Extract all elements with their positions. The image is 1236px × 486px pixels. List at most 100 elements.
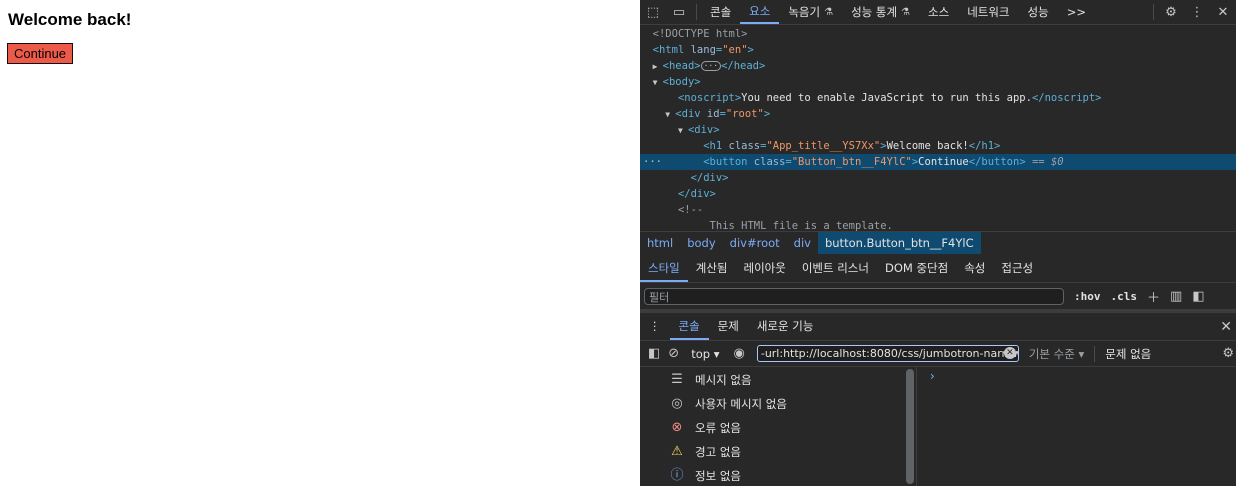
breadcrumb-button[interactable]: button.Button_btn__F4YlC — [817, 232, 981, 254]
tree-line-div[interactable]: ▼ <div> — [640, 122, 1236, 138]
more-tabs-button[interactable]: >> — [1058, 0, 1095, 24]
doctype-text: <!DOCTYPE html> — [652, 28, 748, 40]
collapse-arrow-icon[interactable]: ▼ — [653, 75, 663, 91]
button-text: Continue — [918, 156, 969, 168]
context-selector[interactable]: top ▾ — [691, 347, 719, 361]
eye-icon[interactable]: ◉ — [734, 346, 745, 361]
collapse-arrow-icon[interactable]: ▼ — [665, 107, 675, 123]
log-level-dropdown[interactable]: 기본 수준 ▾ — [1029, 346, 1084, 362]
sidebar-item-info[interactable]: ⓘ 정보 없음 — [668, 464, 741, 486]
breadcrumb-body[interactable]: body — [680, 232, 722, 254]
tree-line-div-root[interactable]: ▼ <div id="root"> — [640, 106, 1236, 122]
h1-class-value: "App_title__YS7Xx" — [766, 140, 881, 152]
gear-icon[interactable]: ⚙ — [1158, 0, 1184, 24]
add-rule-icon[interactable]: ＋ — [1147, 287, 1160, 306]
breadcrumb-button-class: .Button_btn__F4YlC — [862, 236, 974, 250]
sidebar-toggle-icon[interactable]: ◧ — [1192, 289, 1204, 304]
sidebar-item-label: 메시지 없음 — [695, 373, 752, 387]
tab-elements[interactable]: 요소 — [740, 0, 780, 24]
clear-console-icon[interactable]: ⊘ — [668, 346, 679, 361]
breadcrumb-button-tag: button — [824, 236, 863, 250]
sidebar-item-warnings[interactable]: ⚠ 경고 없음 — [668, 440, 741, 464]
html-tag: html — [658, 44, 685, 56]
log-level-label: 기본 수준 — [1028, 346, 1075, 361]
sidebar-item-label: 경고 없음 — [695, 445, 741, 459]
cls-toggle[interactable]: .cls — [1111, 290, 1138, 303]
close-icon[interactable]: ✕ — [1220, 319, 1232, 335]
breadcrumb-div[interactable]: div — [787, 232, 818, 254]
tree-line-comment-open[interactable]: <!-- — [640, 202, 1236, 218]
tab-sources[interactable]: 소스 — [919, 0, 958, 24]
chevron-down-icon: ▾ — [1078, 346, 1085, 361]
tab-performance-insights[interactable]: 성능 통계 ⚗ — [842, 0, 919, 24]
sidebar-item-label: 정보 없음 — [695, 469, 741, 483]
breadcrumb-html[interactable]: html — [640, 232, 680, 254]
drawer-tabbar: ⋮ 콘솔 문제 새로운 기능 ✕ — [640, 313, 1236, 341]
tab-performance[interactable]: 성능 — [1019, 0, 1058, 24]
tree-line-h1[interactable]: <h1 class="App_title__YS7Xx">Welcome bac… — [640, 138, 1236, 154]
warning-icon: ⚠ — [671, 444, 683, 459]
drawer-tab-whats-new[interactable]: 새로운 기능 — [748, 313, 823, 340]
expand-arrow-icon[interactable]: ▶ — [653, 59, 663, 75]
clear-filter-icon[interactable]: ✕ — [1003, 347, 1016, 359]
sidebar-item-label: 오류 없음 — [695, 421, 741, 435]
breadcrumb: html body div#root div button.Button_btn… — [640, 231, 1236, 254]
tab-performance-insights-label: 성능 통계 — [851, 5, 898, 19]
tab-layout[interactable]: 레이아웃 — [736, 254, 794, 282]
inspect-element-icon[interactable]: ⬚ — [640, 0, 666, 24]
tab-accessibility[interactable]: 접근성 — [993, 254, 1041, 282]
drawer-tab-issues[interactable]: 문제 — [709, 313, 748, 340]
console-filter-input[interactable]: -url:http://localhost:8080/css/jumbotron… — [756, 345, 1019, 362]
info-icon: ⓘ — [670, 468, 684, 483]
sidebar-toggle-icon[interactable]: ◧ — [648, 346, 660, 361]
issues-counter[interactable]: 문제 없음 — [1094, 345, 1151, 362]
tree-line-div-root-close[interactable]: </div> — [640, 186, 1236, 202]
user-icon: ◎ — [671, 396, 683, 411]
styles-tabbar: 스타일 계산됨 레이아웃 이벤트 리스너 DOM 중단점 속성 접근성 — [640, 254, 1236, 283]
tab-recorder[interactable]: 녹음기 ⚗ — [779, 0, 842, 24]
tab-network[interactable]: 네트워크 — [958, 0, 1018, 24]
sidebar-item-messages[interactable]: ☰ 메시지 없음 — [668, 368, 752, 392]
hov-toggle[interactable]: :hov — [1074, 290, 1101, 303]
tree-line-head[interactable]: ▶ <head> ··· </head> — [640, 58, 1236, 74]
breadcrumb-div-root[interactable]: div#root — [723, 232, 787, 254]
tree-line-doctype[interactable]: <!DOCTYPE html> — [640, 26, 1236, 42]
paint-roller-icon[interactable]: ▥ — [1170, 289, 1182, 304]
tree-line-button-selected[interactable]: ··· <button class="Button_btn__F4YlC">Co… — [640, 154, 1236, 170]
drawer-tab-console[interactable]: 콘솔 — [669, 313, 709, 340]
ellipsis-icon[interactable]: ··· — [700, 61, 722, 71]
drawer-menu-icon[interactable]: ⋮ — [640, 313, 670, 340]
tab-event-listeners[interactable]: 이벤트 리스너 — [794, 254, 877, 282]
sidebar-item-user-messages[interactable]: ◎ 사용자 메시지 없음 — [668, 392, 787, 416]
sidebar-item-errors[interactable]: ⊗ 오류 없음 — [668, 416, 741, 440]
tree-line-noscript[interactable]: <noscript>You need to enable JavaScript … — [640, 90, 1236, 106]
device-toolbar-icon[interactable]: ▭ — [666, 0, 692, 24]
styles-filter-row: 필터 :hov .cls ＋ ▥ ◧ — [640, 283, 1236, 309]
tree-line-html[interactable]: <html lang="en"> — [640, 42, 1236, 58]
tree-line-body[interactable]: ▼ <body> — [640, 74, 1236, 90]
collapse-arrow-icon[interactable]: ▼ — [678, 123, 688, 139]
close-icon[interactable]: ✕ — [1210, 0, 1236, 24]
html-attr-value: "en" — [722, 44, 748, 56]
selected-marker: == $0 — [1031, 156, 1064, 168]
toolbar-divider — [696, 4, 697, 20]
flask-icon: ⚗ — [824, 6, 834, 18]
styles-filter-input[interactable]: 필터 — [644, 287, 1064, 305]
kebab-menu-icon[interactable]: ⋮ — [1184, 0, 1210, 24]
tree-line-comment-text[interactable]: This HTML file is a template. — [640, 218, 1236, 231]
div-root-value: "root" — [725, 108, 764, 120]
more-options-icon[interactable]: ··· — [643, 154, 662, 170]
tab-computed[interactable]: 계산됨 — [688, 254, 736, 282]
gear-icon[interactable]: ⚙ — [1222, 346, 1234, 361]
tab-styles[interactable]: 스타일 — [640, 254, 688, 282]
tree-line-div-close[interactable]: </div> — [640, 170, 1236, 186]
console-prompt[interactable]: › — [930, 369, 935, 383]
comment-open: <!-- — [677, 204, 704, 216]
sidebar-scrollbar[interactable] — [906, 369, 914, 484]
tab-console[interactable]: 콘솔 — [701, 0, 740, 24]
tab-dom-breakpoints[interactable]: DOM 중단점 — [877, 254, 956, 282]
tab-properties[interactable]: 속성 — [956, 254, 993, 282]
flask-icon: ⚗ — [901, 6, 911, 18]
console-sidebar: ☰ 메시지 없음 ◎ 사용자 메시지 없음 ⊗ 오류 없음 ⚠ 경고 없음 ⓘ 정보 없음 — [640, 367, 910, 486]
continue-button[interactable]: Continue — [7, 43, 74, 64]
